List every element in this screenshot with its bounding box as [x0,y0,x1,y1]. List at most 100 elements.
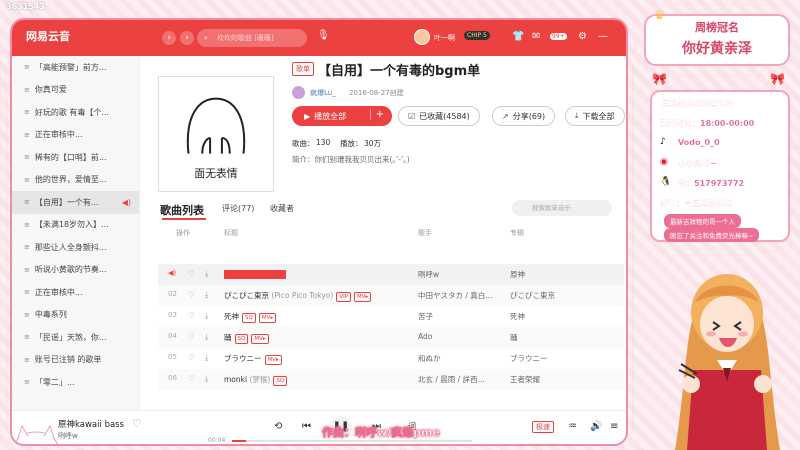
tab-comments[interactable]: 评论(77) [222,203,254,214]
mv-tag[interactable]: MV▸ [264,355,282,365]
song-artist[interactable]: 北玄 / 晨雨 / 詳西... [418,374,503,385]
playlist-icon: ≡ [24,175,30,184]
vip-badge[interactable]: CHIP 5 [464,31,490,40]
song-artist[interactable]: 和ぬか [418,353,503,364]
skin-icon[interactable]: 👕 [512,31,524,42]
song-album[interactable]: 王者荣耀 [510,374,620,385]
tab-songs[interactable]: 歌曲列表 [160,202,204,218]
rank-title: 周榜冠名 [695,21,739,34]
share-button[interactable]: ↗ 分享(69) [492,106,556,126]
download-icon[interactable]: ⤓ [205,374,208,384]
header-album[interactable]: 专辑 [510,228,524,238]
like-heart-icon[interactable]: ♡ [132,417,142,430]
download-icon[interactable]: ⤓ [205,269,208,279]
playlist-search-input[interactable]: 搜索歌单音乐 [512,200,612,216]
mail-icon[interactable]: ✉ [532,31,540,42]
sidebar-item[interactable]: ≡ 【未满18岁勿入】... [12,214,139,237]
download-icon[interactable]: ⤓ [205,311,208,321]
heart-icon[interactable]: ♡ [188,353,195,362]
sound-effect-icon[interactable]: ♒ [568,421,577,432]
search-placeholder: 坎坎的歌曲 [暖暖] [217,34,274,42]
sidebar-item[interactable]: ≡ 「高能预警」前方... [12,56,139,79]
playlist-queue-icon[interactable]: ≡ [610,421,618,432]
forward-icon[interactable]: › [180,31,194,45]
song-album[interactable]: 死神 [510,311,620,322]
sidebar-item[interactable]: ≡ 他的世界，爱情至... [12,169,139,192]
collect-button[interactable]: ☑ 已收藏(4584) [398,106,480,126]
sidebar-item[interactable]: ≡ 正在审核中... [12,124,139,147]
mv-tag[interactable]: MV▸ [251,334,269,344]
volume-icon[interactable]: 🔊 [590,421,602,432]
now-playing-artist[interactable]: 咧呼w [58,431,78,441]
song-album[interactable]: ブラウニー [510,353,620,364]
quality-button[interactable]: 极速 [532,421,554,433]
mv-tag[interactable]: MV▸ [258,313,277,323]
download-icon[interactable]: ⤓ [205,332,208,342]
info-line: 群：517973772 [678,179,745,188]
cover-text: 面无表情 [194,166,237,180]
heart-icon[interactable]: ♡ [188,374,195,383]
table-row[interactable]: 04 ♡ ⤓ 踊 SQ MV▸ Ado 踊 [158,327,624,348]
table-row[interactable]: 03 ♡ ⤓ 死神 SQ MV▸ 苦子 死神 [158,306,624,327]
download-all-button[interactable]: ⤓ 下载全部 [565,106,625,126]
info-line: 房管：十五级粉丝牌 [660,199,732,208]
sidebar-item[interactable]: ≡ 「民谣」天煞，你... [12,326,139,349]
song-album[interactable]: 原神 [510,269,620,280]
download-icon[interactable]: ⤓ [205,353,208,363]
song-artist[interactable]: Ado [418,332,503,341]
search-input[interactable]: ⌕ 坎坎的歌曲 [暖暖] [197,29,307,47]
heart-icon[interactable]: ♡ [188,311,195,320]
avatar[interactable] [414,29,430,45]
song-artist[interactable]: 中田ヤスタカ / 真白... [418,290,503,301]
song-artist[interactable]: 苦子 [418,311,503,322]
playlist-tag: 歌单 [292,62,314,76]
settings-icon[interactable]: ⚙ [578,31,587,42]
loop-icon[interactable]: ⟲ [274,421,282,432]
sidebar-item[interactable]: ≡ 账号已注销 的歌单 [12,349,139,372]
username[interactable]: 叶一啊 [434,33,455,43]
tab-collectors[interactable]: 收藏者 [270,203,294,214]
sidebar-item[interactable]: ≡ 稀有的【口哨】前... [12,146,139,169]
sidebar-item[interactable]: ≡ 正在审核中... [12,281,139,304]
download-icon[interactable]: ⤓ [205,290,208,300]
song-title: ブラウニー [224,354,262,363]
sidebar-item[interactable]: ≡ 中毒系列 [12,304,139,327]
back-icon[interactable]: ‹ [162,31,176,45]
info-line: Vodo_0_0 [678,138,720,147]
heart-icon[interactable]: ♡ [188,290,195,299]
creator-avatar[interactable] [292,86,305,99]
header-artist[interactable]: 歌手 [418,228,432,238]
sidebar-item[interactable]: ≡ 「零二」... [12,371,139,394]
playlist-icon: ≡ [24,378,30,387]
table-row[interactable]: ◀) ♡ ⤓ 原神kawaii bass 咧呼w 原神 [158,264,624,285]
playlist-intro: 简介：你们别遭我我贝贝出来(｡'-'｡) [292,155,410,164]
song-album[interactable]: 踊 [510,332,620,343]
sidebar-item[interactable]: ≡ 好玩的歌 有毒【个... [12,101,139,124]
table-row[interactable]: 02 ♡ ⤓ ぴこぴこ東京 (Pico Pico Tokyo) VIP MV▸ 中田… [158,285,624,306]
sidebar-item[interactable]: ≡ 那些让人全身颤抖... [12,236,139,259]
table-row[interactable]: 05 ♡ ⤓ ブラウニー MV▸ 和ぬか ブラウニー [158,348,624,369]
plays-label: 播放： [340,139,363,148]
sidebar-item-active[interactable]: ≡ 【自用】一个有... ◀) [12,191,139,214]
now-playing-title[interactable]: 原神kawaii bass [58,418,124,430]
minimize-icon[interactable]: — [598,31,608,42]
creator-name[interactable]: 疯爆Lu_ [310,88,336,98]
play-all-button[interactable]: ▶ 播放全部 + [292,106,392,126]
progress-track[interactable] [232,440,472,442]
heart-icon[interactable]: ♡ [188,269,195,278]
microphone-icon[interactable]: 🎙 [317,30,330,41]
sidebar-item[interactable]: ≡ 你真可爱 [12,79,139,102]
table-row[interactable]: 06 ♡ ⤓ monki (梦猴) SQ 北玄 / 晨雨 / 詳西... 王者荣耀 [158,369,624,390]
sidebar-item[interactable]: ≡ 听说小黄歌的节奏... [12,259,139,282]
song-artist[interactable]: 咧呼w [418,269,503,280]
playlist-icon: ≡ [24,198,30,207]
add-icon[interactable]: + [369,109,384,120]
play-icon: ▶ [304,111,311,121]
heart-icon[interactable]: ♡ [188,332,195,341]
weibo-icon: ◉ [660,157,668,167]
previous-icon[interactable]: ⏮ [302,421,311,432]
header-title[interactable]: 标题 [224,228,238,238]
mv-tag[interactable]: MV▸ [354,292,372,302]
notification-badge[interactable]: 99+ [550,33,567,40]
song-album[interactable]: ぴこぴこ東京 [510,290,620,301]
